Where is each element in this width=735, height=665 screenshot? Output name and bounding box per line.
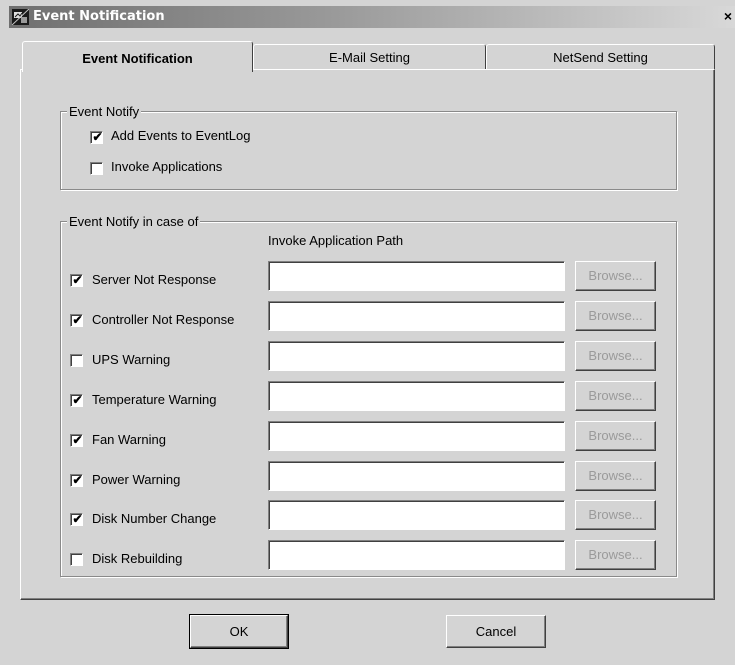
- event-row-checkbox[interactable]: ✔: [70, 313, 83, 327]
- application-path-field[interactable]: [268, 301, 565, 331]
- browse-button[interactable]: Browse...: [575, 341, 656, 371]
- add-events-label: Add Events to EventLog: [111, 128, 251, 143]
- tab-email-setting[interactable]: E-Mail Setting: [253, 44, 486, 69]
- event-row-label: Power Warning: [92, 472, 181, 487]
- event-row-checkbox[interactable]: [70, 354, 83, 367]
- application-path-field[interactable]: [268, 500, 565, 530]
- browse-button[interactable]: Browse...: [575, 421, 656, 451]
- path-column-header: Invoke Application Path: [268, 233, 404, 248]
- event-row-checkbox[interactable]: ✔: [70, 512, 83, 526]
- check-mark: ✔: [92, 130, 103, 144]
- application-path-field[interactable]: [268, 421, 565, 451]
- ok-button[interactable]: OK: [189, 614, 289, 649]
- application-path-field[interactable]: [268, 341, 565, 371]
- browse-button[interactable]: Browse...: [575, 461, 656, 491]
- window-title: Event Notification: [33, 9, 165, 24]
- group-legend: Event Notify: [67, 104, 142, 119]
- check-mark: ✔: [72, 273, 83, 287]
- ok-label: OK: [229, 624, 249, 639]
- cancel-button[interactable]: Cancel: [446, 615, 546, 648]
- check-mark: ✔: [72, 313, 83, 327]
- application-path-field[interactable]: [268, 261, 565, 291]
- check-mark: ✔: [72, 393, 83, 407]
- browse-button[interactable]: Browse...: [575, 540, 656, 570]
- event-row-label: Fan Warning: [92, 432, 166, 447]
- browse-button[interactable]: Browse...: [575, 500, 656, 530]
- event-row-checkbox[interactable]: ✔: [70, 273, 83, 287]
- browse-button[interactable]: Browse...: [575, 261, 656, 291]
- tab-event-notification[interactable]: Event Notification: [22, 41, 253, 72]
- title-bar: Event Notification ×: [9, 6, 735, 28]
- tab-netsend-setting[interactable]: NetSend Setting: [486, 44, 715, 69]
- app-icon: [12, 9, 29, 25]
- invoke-applications-checkbox[interactable]: [90, 162, 103, 175]
- check-mark: ✔: [72, 433, 83, 447]
- check-mark: ✔: [72, 473, 83, 487]
- close-icon[interactable]: ×: [721, 8, 735, 25]
- browse-button[interactable]: Browse...: [575, 381, 656, 411]
- event-notify-group: Event Notify: [60, 104, 677, 190]
- tab-label: Event Notification: [82, 51, 193, 66]
- group-legend: Event Notify in case of: [67, 214, 201, 229]
- add-events-checkbox[interactable]: ✔: [90, 130, 103, 144]
- event-row-checkbox[interactable]: [70, 553, 83, 566]
- browse-button[interactable]: Browse...: [575, 301, 656, 331]
- tab-label: E-Mail Setting: [329, 50, 410, 65]
- event-row-label: Disk Number Change: [92, 511, 217, 526]
- cancel-label: Cancel: [475, 624, 517, 639]
- event-row-label: Controller Not Response: [92, 312, 235, 327]
- event-row-checkbox[interactable]: ✔: [70, 433, 83, 447]
- invoke-applications-label: Invoke Applications: [111, 159, 223, 174]
- event-row-checkbox[interactable]: ✔: [70, 473, 83, 487]
- event-row-label: Disk Rebuilding: [92, 551, 183, 566]
- event-row-label: UPS Warning: [92, 352, 171, 367]
- event-row-label: Temperature Warning: [92, 392, 217, 407]
- event-row-label: Server Not Response: [92, 272, 217, 287]
- application-path-field[interactable]: [268, 461, 565, 491]
- tab-label: NetSend Setting: [553, 50, 648, 65]
- application-path-field[interactable]: [268, 540, 565, 570]
- application-path-field[interactable]: [268, 381, 565, 411]
- check-mark: ✔: [72, 512, 83, 526]
- event-row-checkbox[interactable]: ✔: [70, 393, 83, 407]
